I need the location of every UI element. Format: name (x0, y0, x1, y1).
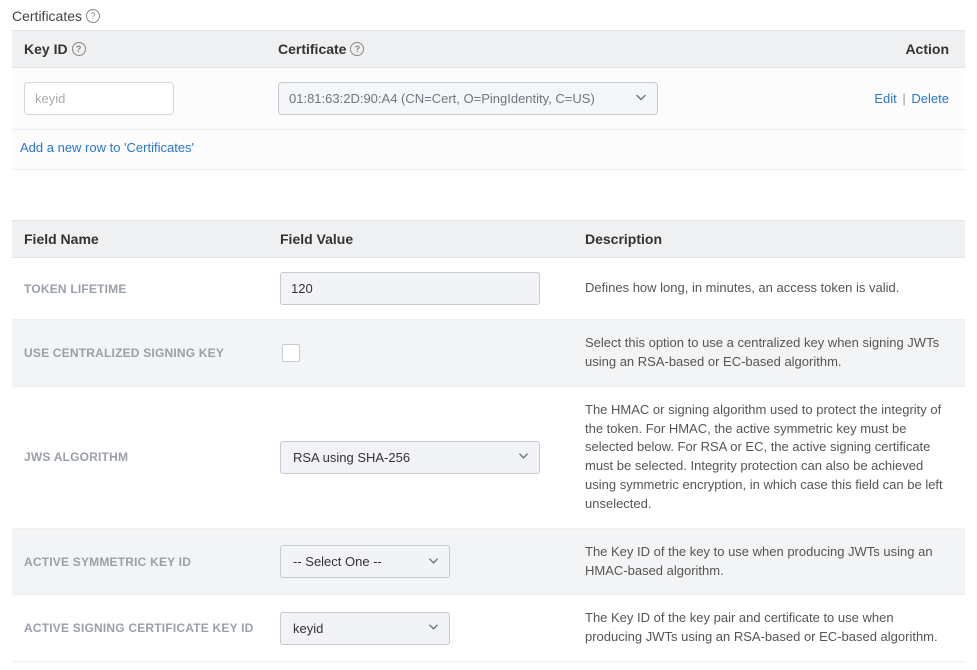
col-header-action-label: Action (905, 41, 949, 57)
field-description: The Key ID of the key to use when produc… (585, 543, 959, 581)
help-icon[interactable]: ? (86, 9, 100, 23)
field-description: The HMAC or signing algorithm used to pr… (585, 401, 959, 514)
fields-header-row: Field Name Field Value Description (12, 220, 965, 258)
col-header-description: Description (585, 231, 959, 247)
certificate-select-value: 01:81:63:2D:90:A4 (CN=Cert, O=PingIdenti… (289, 91, 595, 106)
delete-link[interactable]: Delete (911, 91, 949, 106)
signing-cert-key-value: keyid (293, 621, 323, 636)
certificate-row: 01:81:63:2D:90:A4 (CN=Cert, O=PingIdenti… (12, 68, 965, 130)
chevron-down-icon (518, 450, 529, 465)
col-header-field-name: Field Name (18, 231, 280, 247)
col-header-certificate: Certificate ? (278, 41, 839, 57)
symmetric-key-value: -- Select One -- (293, 554, 382, 569)
field-name-label: TOKEN LIFETIME (18, 282, 280, 296)
keyid-input[interactable] (24, 82, 174, 115)
field-row-centralized-key: USE CENTRALIZED SIGNING KEY Select this … (12, 320, 965, 387)
certificates-section-title: Certificates ? (12, 8, 965, 24)
certificates-label: Certificates (12, 8, 82, 24)
field-name-label: JWS ALGORITHM (18, 450, 280, 464)
help-icon[interactable]: ? (72, 42, 86, 56)
jws-algorithm-value: RSA using SHA-256 (293, 450, 410, 465)
add-row-container: Add a new row to 'Certificates' (12, 130, 965, 170)
field-description: Select this option to use a centralized … (585, 334, 959, 372)
col-header-action: Action (839, 41, 959, 57)
field-description: The Key ID of the key pair and certifica… (585, 609, 959, 647)
signing-cert-key-select[interactable]: keyid (280, 612, 450, 645)
edit-link[interactable]: Edit (874, 91, 896, 106)
field-row-symmetric-key: ACTIVE SYMMETRIC KEY ID -- Select One --… (12, 529, 965, 596)
col-header-field-value: Field Value (280, 231, 585, 247)
chevron-down-icon (428, 621, 439, 636)
help-icon[interactable]: ? (350, 42, 364, 56)
field-row-signing-cert-key: ACTIVE SIGNING CERTIFICATE KEY ID keyid … (12, 595, 965, 662)
col-header-certificate-label: Certificate (278, 41, 346, 57)
field-row-token-lifetime: TOKEN LIFETIME Defines how long, in minu… (12, 258, 965, 320)
token-lifetime-input[interactable] (280, 272, 540, 305)
certificates-header-row: Key ID ? Certificate ? Action (12, 30, 965, 68)
chevron-down-icon (428, 554, 439, 569)
field-name-label: ACTIVE SIGNING CERTIFICATE KEY ID (18, 621, 280, 635)
add-row-link[interactable]: Add a new row to 'Certificates' (20, 140, 194, 155)
field-description: Defines how long, in minutes, an access … (585, 279, 959, 298)
field-row-jws-algorithm: JWS ALGORITHM RSA using SHA-256 The HMAC… (12, 387, 965, 529)
field-name-label: ACTIVE SYMMETRIC KEY ID (18, 555, 280, 569)
chevron-down-icon (635, 91, 647, 106)
col-header-keyid: Key ID ? (18, 41, 278, 57)
symmetric-key-select[interactable]: -- Select One -- (280, 545, 450, 578)
certificate-select[interactable]: 01:81:63:2D:90:A4 (CN=Cert, O=PingIdenti… (278, 82, 658, 115)
jws-algorithm-select[interactable]: RSA using SHA-256 (280, 441, 540, 474)
action-separator: | (902, 91, 905, 106)
col-header-keyid-label: Key ID (24, 41, 68, 57)
field-name-label: USE CENTRALIZED SIGNING KEY (18, 346, 280, 360)
centralized-key-checkbox[interactable] (282, 344, 300, 362)
row-actions: Edit | Delete (839, 91, 959, 106)
